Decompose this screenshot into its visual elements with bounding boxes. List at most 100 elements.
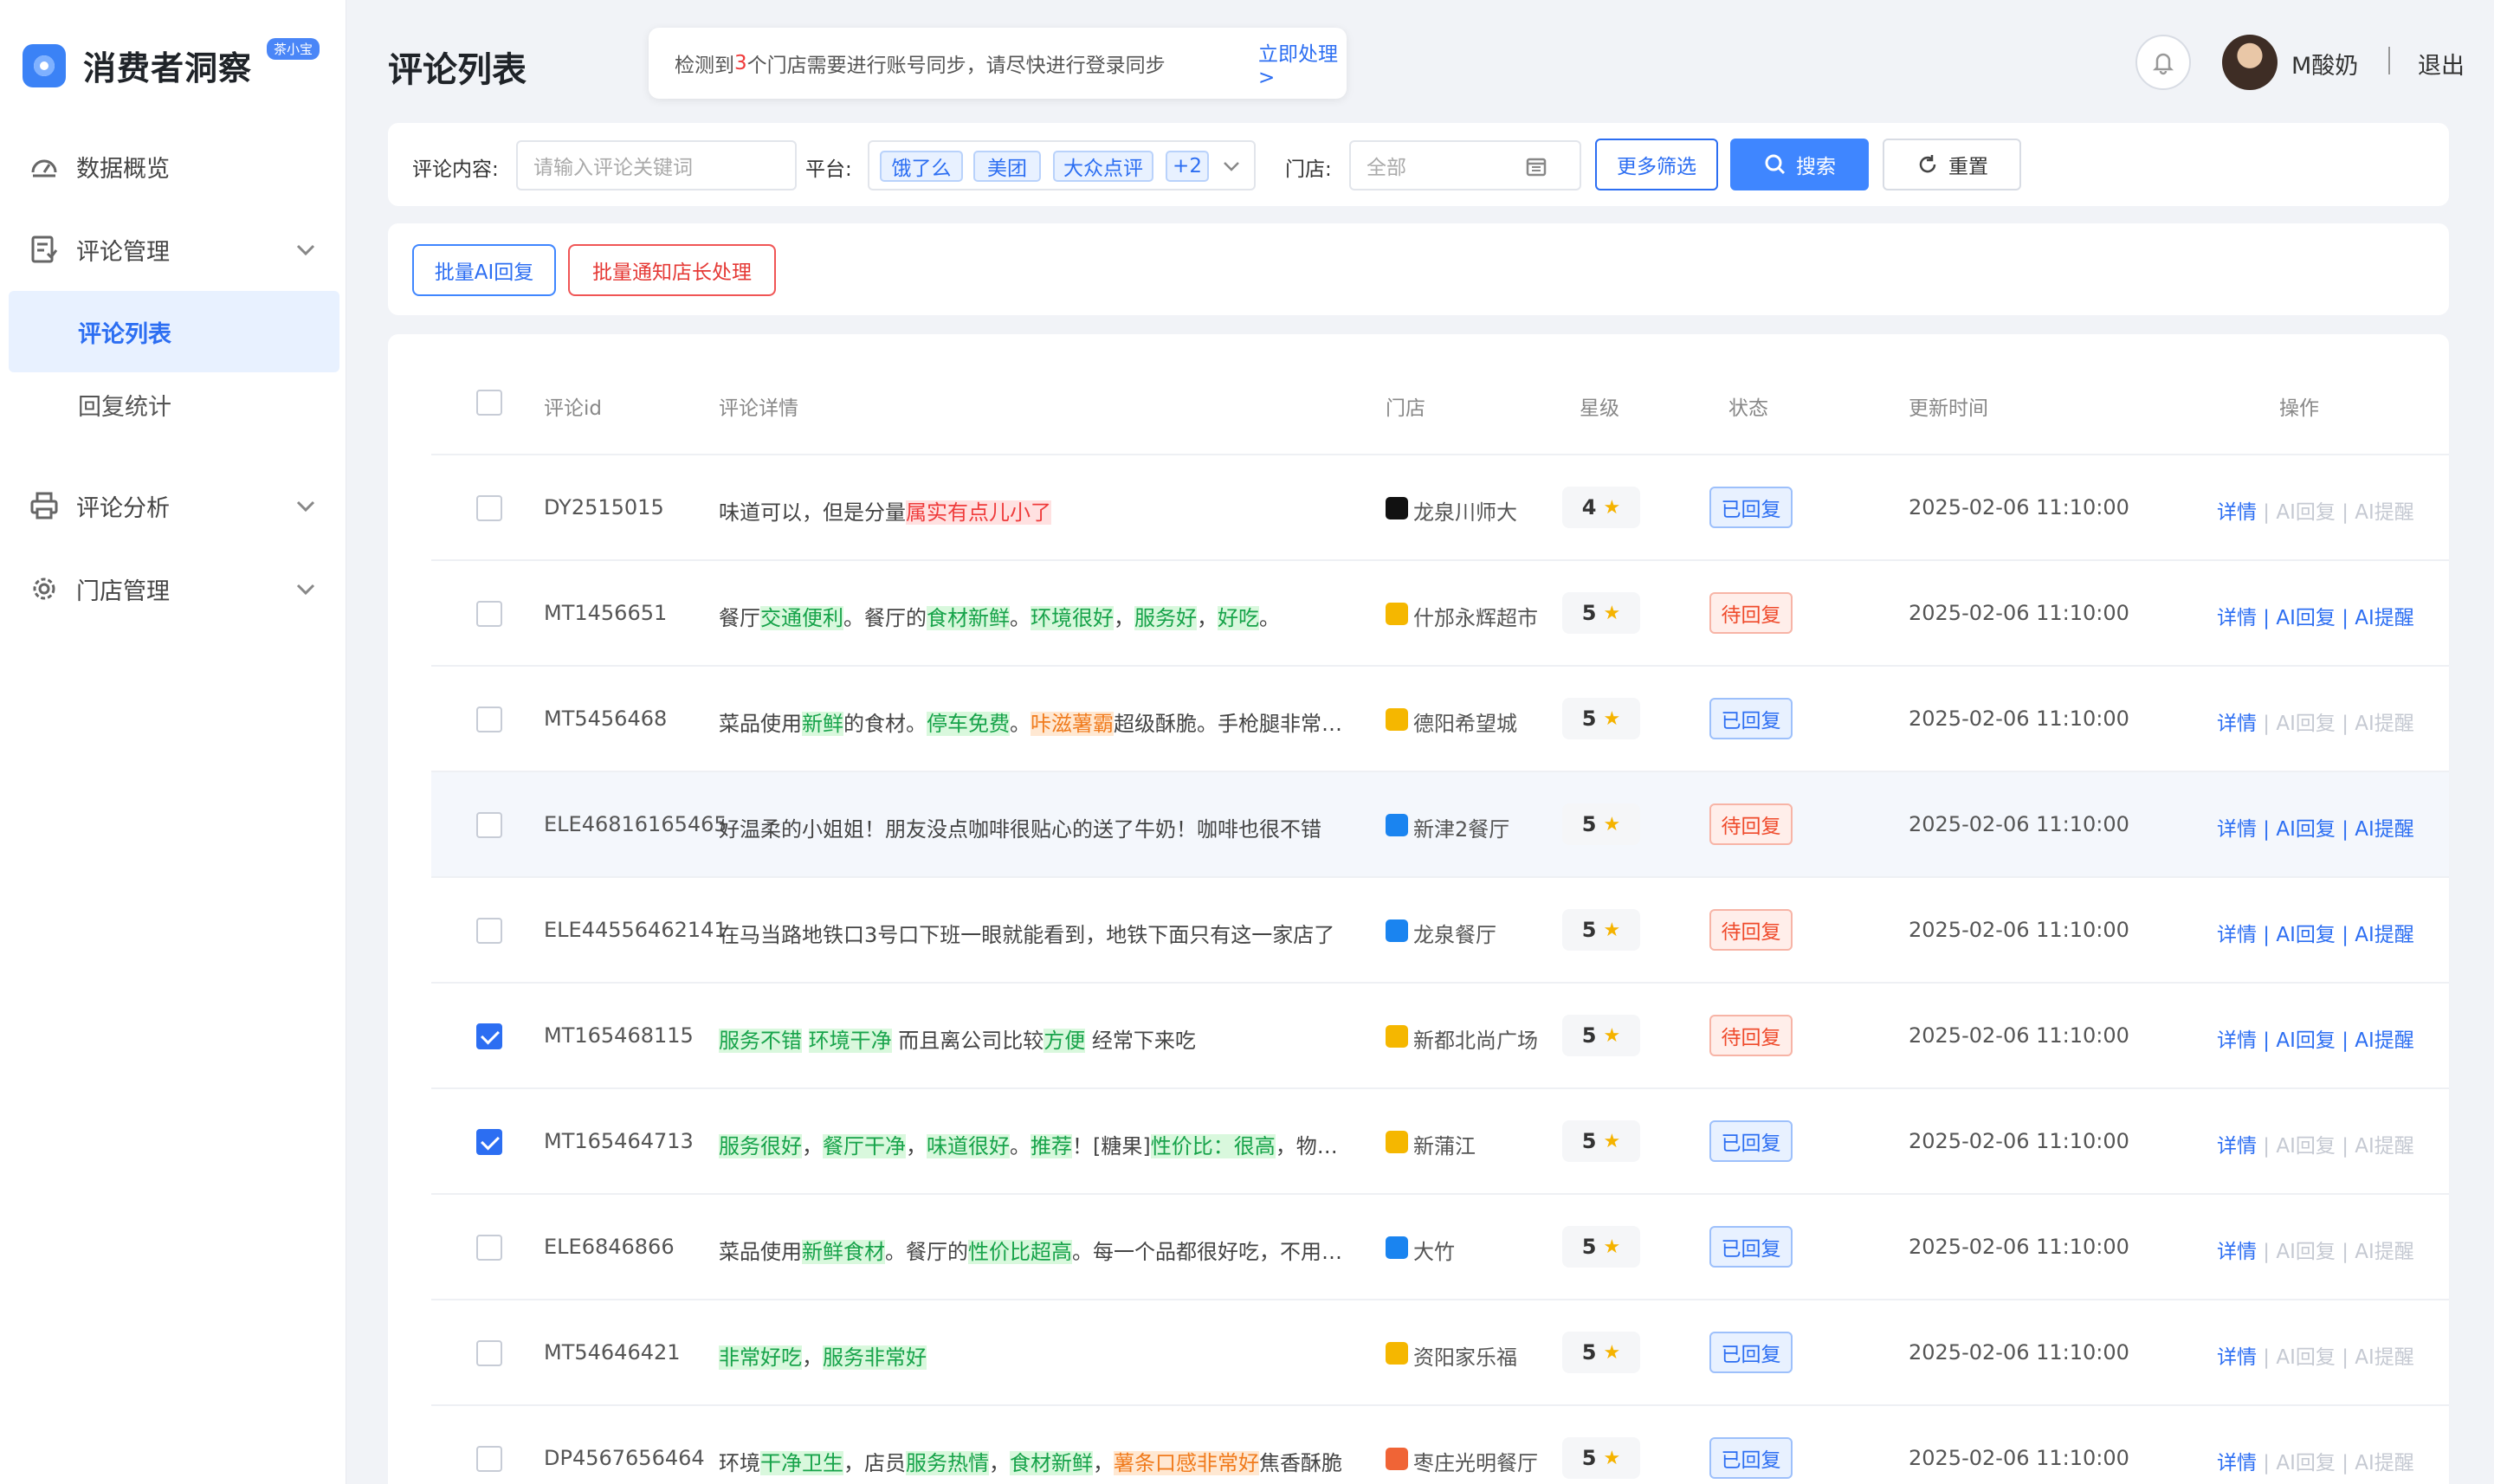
- store-cell[interactable]: 新蒲江: [1386, 1129, 1559, 1158]
- select-all-checkbox[interactable]: [476, 390, 502, 416]
- row-checkbox[interactable]: [476, 1235, 502, 1261]
- bell-icon[interactable]: [2135, 35, 2191, 90]
- table-row[interactable]: DP4567656464 环境干净卫生，店员服务热情，食材新鲜，薯条口感非常好焦香…: [431, 1406, 2449, 1484]
- row-checkbox[interactable]: [476, 601, 502, 627]
- update-time: 2025-02-06 11:10:00: [1909, 1235, 2129, 1259]
- chevron-down-icon[interactable]: [1219, 154, 1244, 178]
- comment-keyword-input[interactable]: 请输入评论关键词: [516, 140, 797, 190]
- ai-reply-link[interactable]: AI回复: [2276, 818, 2336, 841]
- table-row[interactable]: ELE44556462141 在马当路地铁口3号口下班一眼就能看到，地铁下面只有这…: [431, 878, 2449, 984]
- table-row[interactable]: MT54646421 非常好吃，服务非常好 资阳家乐福 5 ★ 已回复 2025-02-06…: [431, 1300, 2449, 1406]
- detail-link[interactable]: 详情: [2217, 818, 2257, 841]
- sidebar-item-comment-analysis[interactable]: 评论分析: [0, 471, 346, 540]
- comment-detail[interactable]: 好温柔的小姐姐！朋友没点咖啡很贴心的送了牛奶！咖啡也很不错: [719, 812, 1351, 842]
- col-header-id: 评论id: [544, 397, 602, 420]
- comment-text: 味道可以，但是分量: [719, 500, 906, 525]
- app-logo[interactable]: 消费者洞察 茶小宝: [23, 38, 320, 89]
- detail-link[interactable]: 详情: [2217, 1029, 2257, 1052]
- batch-ai-reply-button[interactable]: 批量AI回复: [412, 244, 556, 296]
- comment-detail[interactable]: 服务不错 环境干净 而且离公司比较方便 经常下来吃: [719, 1023, 1351, 1054]
- row-checkbox[interactable]: [476, 707, 502, 732]
- table-row[interactable]: MT165464713 服务很好，餐厅干净，味道很好。推荐！[糖果]性价比：很高，…: [431, 1089, 2449, 1195]
- platform-tag-dianping[interactable]: 大众点评: [1053, 151, 1153, 182]
- ai-reply-link[interactable]: AI回复: [2276, 924, 2336, 946]
- status-badge: 已回复: [1709, 1120, 1793, 1162]
- store-cell[interactable]: 德阳希望城: [1386, 707, 1559, 736]
- comment-detail[interactable]: 非常好吃，服务非常好: [719, 1340, 1351, 1371]
- store-cell[interactable]: 龙泉餐厅: [1386, 918, 1559, 947]
- comment-detail[interactable]: 在马当路地铁口3号口下班一眼就能看到，地铁下面只有这一家店了: [719, 918, 1351, 948]
- batch-notify-manager-button[interactable]: 批量通知店长处理: [568, 244, 776, 296]
- platform-tag-eleme[interactable]: 饿了么: [880, 151, 963, 182]
- store-name: 枣庄光明餐厅: [1413, 1451, 1538, 1475]
- row-checkbox[interactable]: [476, 1023, 502, 1049]
- content-filter-label: 评论内容:: [412, 158, 499, 181]
- app-name: 消费者洞察: [83, 49, 253, 87]
- ai-reply-link[interactable]: AI回复: [2276, 607, 2336, 629]
- star-value: 5: [1581, 601, 1597, 625]
- store-cell[interactable]: 龙泉川师大: [1386, 495, 1559, 525]
- store-cell[interactable]: 大竹: [1386, 1235, 1559, 1264]
- comment-detail[interactable]: 菜品使用新鲜食材。餐厅的性价比超高。每一个品都很好吃，不用担心: [719, 1235, 1351, 1265]
- table-row[interactable]: MT5456468 菜品使用新鲜的食材。停车免费。咔滋薯霸超级酥脆。手枪腿非常好吃…: [431, 667, 2449, 772]
- status-badge: 已回复: [1709, 1226, 1793, 1268]
- ai-remind-link[interactable]: AI提醒: [2355, 1029, 2414, 1052]
- row-checkbox[interactable]: [476, 812, 502, 838]
- comment-detail[interactable]: 菜品使用新鲜的食材。停车免费。咔滋薯霸超级酥脆。手枪腿非常好吃: [719, 707, 1351, 737]
- keyword-highlight: 交通便利: [760, 606, 843, 630]
- table-row[interactable]: DY2515015 味道可以，但是分量属实有点儿小了 龙泉川师大 4 ★ 已回复 2025-…: [431, 455, 2449, 561]
- table-row[interactable]: MT165468115 服务不错 环境干净 而且离公司比较方便 经常下来吃 新都北尚…: [431, 984, 2449, 1089]
- detail-link[interactable]: 详情: [2217, 1135, 2257, 1158]
- chevron-down-icon[interactable]: [293, 493, 319, 519]
- comment-detail[interactable]: 味道可以，但是分量属实有点儿小了: [719, 495, 1351, 526]
- search-button[interactable]: 搜索: [1730, 139, 1869, 190]
- store-cell[interactable]: 枣庄光明餐厅: [1386, 1446, 1559, 1475]
- detail-link[interactable]: 详情: [2217, 607, 2257, 629]
- row-checkbox[interactable]: [476, 1446, 502, 1472]
- avatar[interactable]: [2222, 35, 2278, 90]
- detail-link[interactable]: 详情: [2217, 1452, 2257, 1474]
- ai-remind-link: AI提醒: [2355, 1452, 2414, 1474]
- chevron-down-icon[interactable]: [293, 576, 319, 602]
- ai-reply-link[interactable]: AI回复: [2276, 1029, 2336, 1052]
- detail-link[interactable]: 详情: [2217, 924, 2257, 946]
- ai-remind-link[interactable]: AI提醒: [2355, 607, 2414, 629]
- row-checkbox[interactable]: [476, 1340, 502, 1366]
- ai-remind-link[interactable]: AI提醒: [2355, 924, 2414, 946]
- platform-tag-meituan[interactable]: 美团: [973, 151, 1041, 182]
- username[interactable]: M酸奶: [2291, 47, 2358, 81]
- store-cell[interactable]: 新都北尚广场: [1386, 1023, 1559, 1053]
- chevron-down-icon[interactable]: [293, 236, 319, 262]
- row-checkbox[interactable]: [476, 495, 502, 521]
- sidebar-item-comment-manage[interactable]: 评论管理: [0, 215, 346, 284]
- table-row[interactable]: ELE46816165465 好温柔的小姐姐！朋友没点咖啡很贴心的送了牛奶！咖啡也…: [431, 772, 2449, 878]
- notice-action-link[interactable]: 立即处理 >: [1258, 37, 1347, 89]
- comment-detail[interactable]: 服务很好，餐厅干净，味道很好。推荐！[糖果]性价比：很高，物超所值: [719, 1129, 1351, 1159]
- logout-button[interactable]: 退出: [2418, 47, 2465, 81]
- detail-link[interactable]: 详情: [2217, 501, 2257, 524]
- detail-link[interactable]: 详情: [2217, 713, 2257, 735]
- sidebar-item-overview[interactable]: 数据概览: [0, 132, 346, 201]
- sidebar-item-reply-stats[interactable]: 回复统计: [9, 364, 339, 445]
- store-cell[interactable]: 新津2餐厅: [1386, 812, 1559, 842]
- row-checkbox[interactable]: [476, 1129, 502, 1155]
- detail-link[interactable]: 详情: [2217, 1241, 2257, 1263]
- star-rating: 5 ★: [1562, 592, 1640, 634]
- platform-tag-more[interactable]: +2: [1166, 151, 1209, 182]
- row-checkbox[interactable]: [476, 918, 502, 944]
- store-cell[interactable]: 资阳家乐福: [1386, 1340, 1559, 1370]
- store-name: 新津2餐厅: [1413, 817, 1510, 842]
- action-separator: |: [2257, 1029, 2277, 1052]
- table-row[interactable]: ELE6846866 菜品使用新鲜食材。餐厅的性价比超高。每一个品都很好吃，不用担…: [431, 1195, 2449, 1300]
- reset-button[interactable]: 重置: [1883, 139, 2021, 190]
- comment-detail[interactable]: 环境干净卫生，店员服务热情，食材新鲜，薯条口感非常好焦香酥脆: [719, 1446, 1351, 1476]
- more-filters-button[interactable]: 更多筛选: [1595, 139, 1718, 190]
- comment-detail[interactable]: 餐厅交通便利。餐厅的食材新鲜。环境很好，服务好，好吃。: [719, 601, 1351, 631]
- sidebar-item-store-manage[interactable]: 门店管理: [0, 554, 346, 623]
- keyword-highlight: 薯条口感非常好: [1114, 1451, 1259, 1475]
- detail-link[interactable]: 详情: [2217, 1346, 2257, 1369]
- ai-remind-link[interactable]: AI提醒: [2355, 818, 2414, 841]
- sidebar-item-comment-list[interactable]: 评论列表: [9, 291, 339, 372]
- table-row[interactable]: MT1456651 餐厅交通便利。餐厅的食材新鲜。环境很好，服务好，好吃。 什邡永辉…: [431, 561, 2449, 667]
- store-cell[interactable]: 什邡永辉超市: [1386, 601, 1559, 630]
